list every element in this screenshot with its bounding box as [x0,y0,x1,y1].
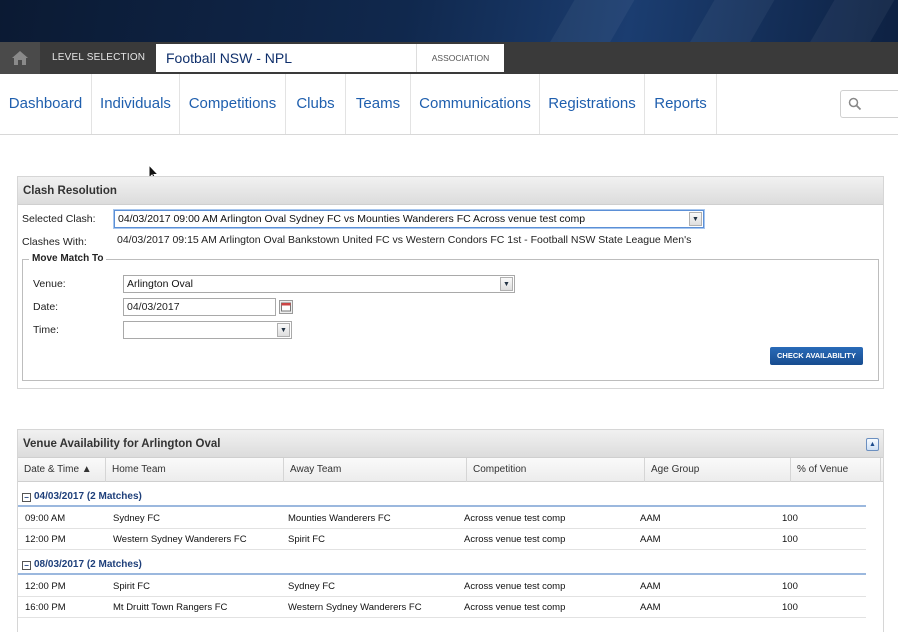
clashes-with-label: Clashes With: [22,236,87,248]
collapse-group-icon[interactable]: − [22,493,31,502]
level-selection-bar: LEVEL SELECTION Football NSW - NPL ASSOC… [0,42,898,74]
check-availability-button[interactable]: CHECK AVAILABILITY [770,347,863,365]
col-competition[interactable]: Competition [467,458,645,482]
cell-away: Spirit FC [288,534,325,545]
venue-select[interactable]: Arlington Oval ▼ [123,275,515,293]
home-icon [12,51,28,65]
cell-age: AAM [640,581,661,592]
home-button[interactable] [0,42,40,74]
table-row[interactable]: 12:00 PM Western Sydney Wanderers FC Spi… [18,529,866,550]
chevron-down-icon[interactable]: ▼ [689,212,702,226]
nav-individuals[interactable]: Individuals [92,74,180,134]
collapse-group-icon[interactable]: − [22,561,31,570]
venue-label: Venue: [33,278,66,290]
chevron-down-icon[interactable]: ▼ [277,323,290,337]
date-field[interactable]: 04/03/2017 [123,298,276,316]
cell-away: Mounties Wanderers FC [288,513,391,524]
cell-competition: Across venue test comp [464,602,566,613]
cell-competition: Across venue test comp [464,513,566,524]
cell-percent: 100 [782,581,798,592]
table-row[interactable]: 16:00 PM Mt Druitt Town Rangers FC Weste… [18,597,866,618]
cell-age: AAM [640,534,661,545]
main-nav: Dashboard Individuals Competitions Clubs… [0,74,898,135]
collapse-panel-icon[interactable]: ▲ [866,438,879,451]
clashes-with-value: 04/03/2017 09:15 AM Arlington Oval Banks… [117,234,692,246]
cell-age: AAM [640,513,661,524]
group-label: 04/03/2017 (2 Matches) [34,491,142,502]
col-home-team[interactable]: Home Team [106,458,284,482]
cell-home: Spirit FC [113,581,150,592]
cell-competition: Across venue test comp [464,534,566,545]
col-age-group[interactable]: Age Group [645,458,791,482]
selected-clash-label: Selected Clash: [22,213,96,225]
level-name-field[interactable]: Football NSW - NPL [156,44,416,72]
selected-clash-value: 04/03/2017 09:00 AM Arlington Oval Sydne… [118,213,586,225]
table-row[interactable]: 12:00 PM Spirit FC Sydney FC Across venu… [18,576,866,597]
time-label: Time: [33,324,59,336]
level-type-badge: ASSOCIATION [416,44,504,72]
cell-away: Sydney FC [288,581,335,592]
table-row[interactable]: 09:00 AM Sydney FC Mounties Wanderers FC… [18,508,866,529]
level-selection-label[interactable]: LEVEL SELECTION [52,42,145,74]
group-row[interactable]: −08/03/2017 (2 Matches) [18,555,866,575]
venue-value: Arlington Oval [127,278,193,290]
venue-availability-panel: Venue Availability for Arlington Oval ▲ … [17,429,884,632]
top-banner [0,0,898,42]
cell-home: Mt Druitt Town Rangers FC [113,602,228,613]
cell-age: AAM [640,602,661,613]
nav-communications[interactable]: Communications [411,74,540,134]
cell-home: Western Sydney Wanderers FC [113,534,247,545]
nav-clubs[interactable]: Clubs [286,74,346,134]
time-select[interactable]: ▼ [123,321,292,339]
group-row[interactable]: −04/03/2017 (2 Matches) [18,487,866,507]
clash-resolution-title: Clash Resolution [18,177,883,205]
move-match-fieldset: Move Match To Venue: Arlington Oval ▼ Da… [22,253,879,381]
table-header: Date & Time ▲ Home Team Away Team Compet… [18,458,883,482]
cell-competition: Across venue test comp [464,581,566,592]
group-label: 08/03/2017 (2 Matches) [34,559,142,570]
date-label: Date: [33,301,59,313]
nav-dashboard[interactable]: Dashboard [0,74,92,134]
search-icon [848,97,862,111]
cell-percent: 100 [782,513,798,524]
cell-percent: 100 [782,534,798,545]
nav-teams[interactable]: Teams [346,74,411,134]
nav-reports[interactable]: Reports [645,74,717,134]
cell-away: Western Sydney Wanderers FC [288,602,422,613]
calendar-icon[interactable] [279,300,293,314]
selected-clash-select[interactable]: 04/03/2017 09:00 AM Arlington Oval Sydne… [114,210,704,228]
cell-time: 09:00 AM [25,513,66,524]
nav-competitions[interactable]: Competitions [180,74,286,134]
cell-time: 12:00 PM [25,581,66,592]
chevron-down-icon[interactable]: ▼ [500,277,513,291]
cell-time: 12:00 PM [25,534,66,545]
cell-percent: 100 [782,602,798,613]
date-value: 04/03/2017 [127,301,180,313]
venue-availability-title: Venue Availability for Arlington Oval [18,430,883,458]
search-input[interactable] [840,90,898,118]
cell-time: 16:00 PM [25,602,66,613]
cell-home: Sydney FC [113,513,160,524]
nav-registrations[interactable]: Registrations [540,74,645,134]
clash-resolution-panel: Clash Resolution Selected Clash: 04/03/2… [17,176,884,389]
move-match-legend: Move Match To [29,253,107,264]
col-percent-venue[interactable]: % of Venue [791,458,881,482]
col-away-team[interactable]: Away Team [284,458,467,482]
col-date-time[interactable]: Date & Time ▲ [18,458,106,482]
